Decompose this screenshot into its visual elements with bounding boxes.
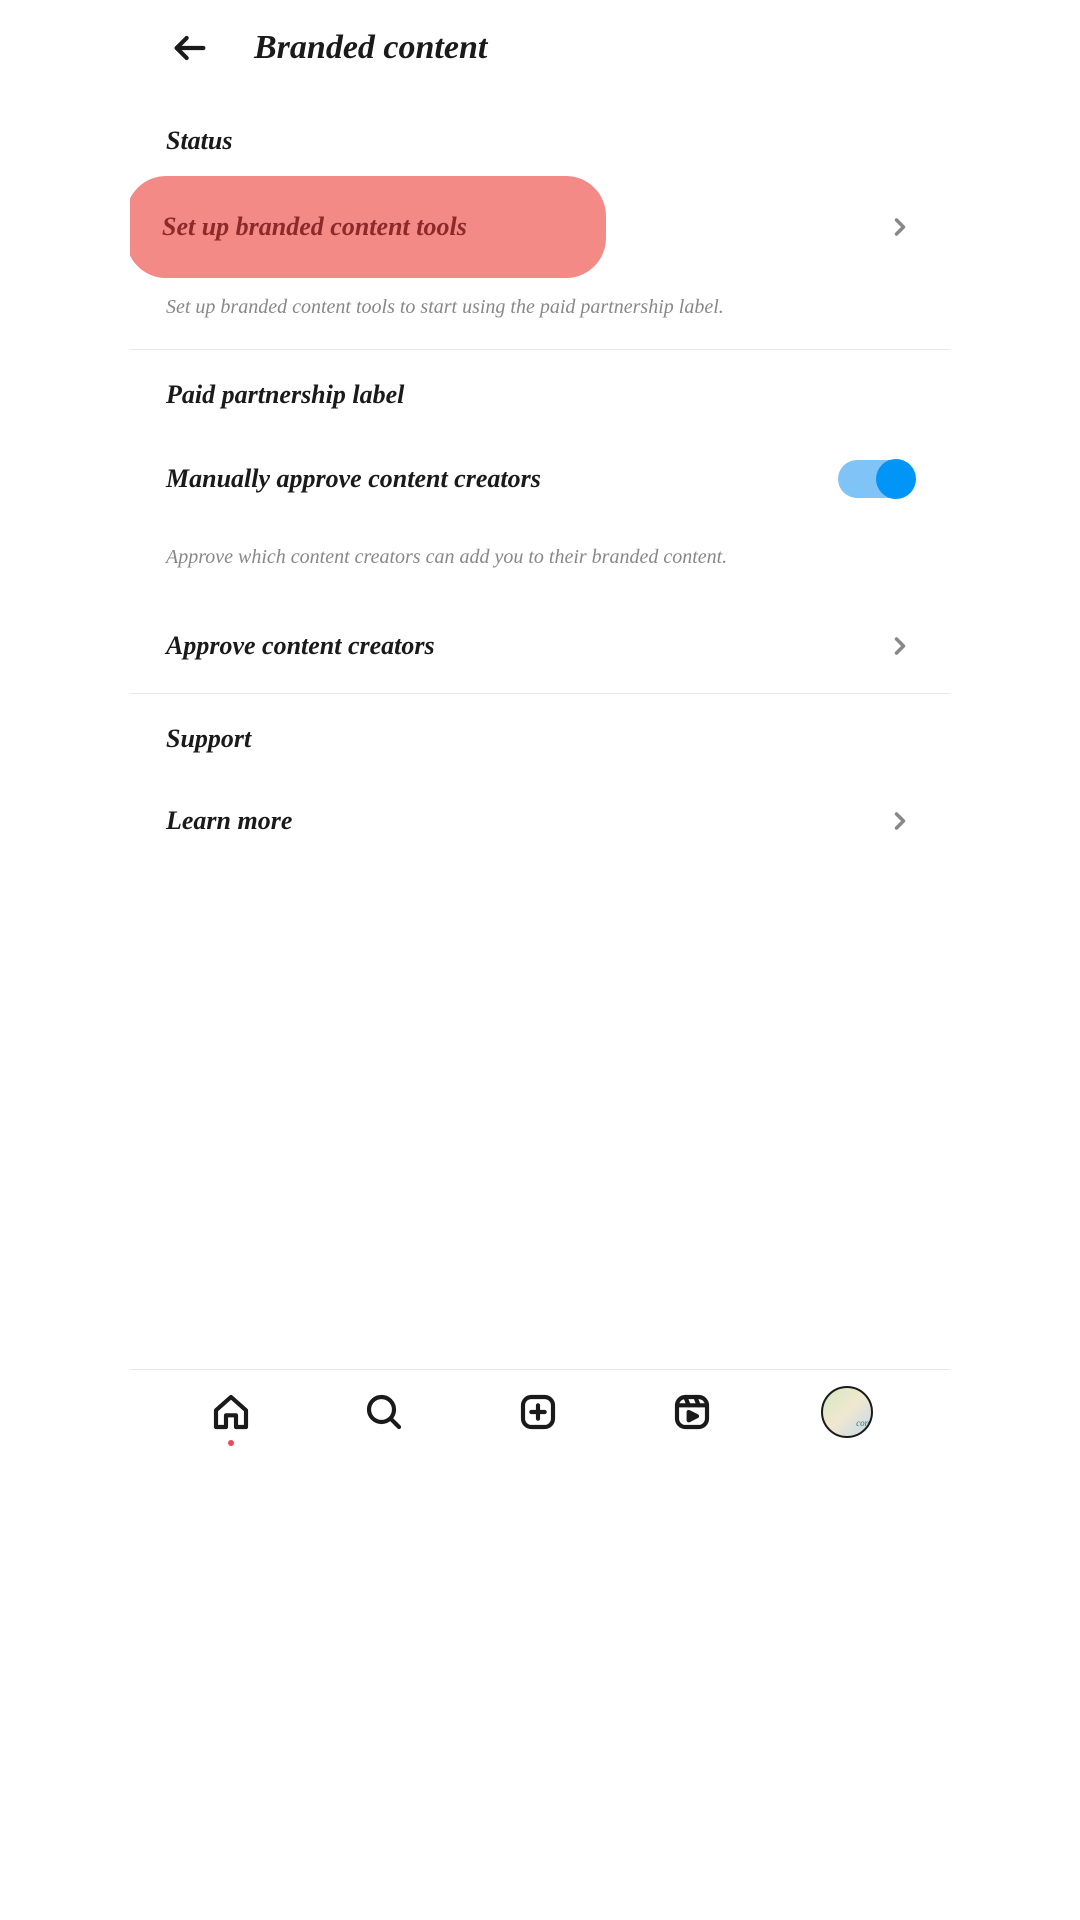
- chevron-right-icon: [886, 807, 914, 835]
- bottom-nav: [130, 1369, 950, 1458]
- section-header-support: Support: [130, 694, 950, 774]
- back-arrow-icon: [170, 28, 210, 68]
- approve-creators-label: Approve content creators: [166, 631, 435, 661]
- home-icon: [211, 1392, 251, 1432]
- manual-approve-row: Manually approve content creators: [130, 430, 950, 528]
- nav-search[interactable]: [360, 1388, 408, 1436]
- section-header-status: Status: [130, 96, 950, 176]
- search-icon: [364, 1392, 404, 1432]
- chevron-right-icon: [886, 632, 914, 660]
- plus-square-icon: [518, 1392, 558, 1432]
- setup-branded-tools-row[interactable]: Set up branded content tools: [130, 176, 950, 278]
- chevron-container: [886, 213, 914, 241]
- learn-more-row[interactable]: Learn more: [130, 774, 950, 868]
- back-button[interactable]: [166, 24, 214, 72]
- home-notification-dot: [228, 1440, 234, 1446]
- header: Branded content: [130, 0, 950, 96]
- status-description: Set up branded content tools to start us…: [130, 278, 950, 349]
- page-title: Branded content: [254, 29, 487, 67]
- nav-create[interactable]: [514, 1388, 562, 1436]
- section-header-paid-partnership: Paid partnership label: [130, 350, 950, 430]
- learn-more-label: Learn more: [166, 806, 292, 836]
- toggle-knob: [876, 459, 916, 499]
- approve-creators-row[interactable]: Approve content creators: [130, 599, 950, 693]
- highlight-pill: Set up branded content tools: [130, 176, 606, 278]
- chevron-right-icon: [886, 213, 914, 241]
- nav-profile[interactable]: [821, 1386, 873, 1438]
- nav-home[interactable]: [207, 1388, 255, 1436]
- nav-reels[interactable]: [668, 1388, 716, 1436]
- content: Status Set up branded content tools Set …: [130, 96, 950, 1369]
- setup-branded-tools-label: Set up branded content tools: [162, 212, 467, 242]
- manual-approve-label: Manually approve content creators: [166, 464, 541, 494]
- manual-approve-toggle[interactable]: [838, 460, 914, 498]
- paid-partnership-description: Approve which content creators can add y…: [130, 528, 950, 599]
- reels-icon: [672, 1392, 712, 1432]
